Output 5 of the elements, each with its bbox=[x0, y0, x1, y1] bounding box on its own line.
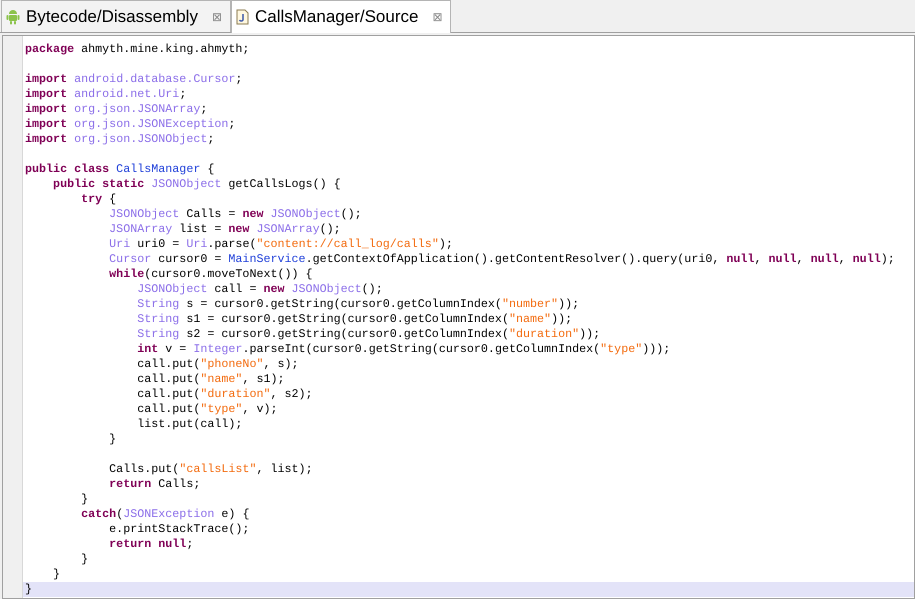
android-icon bbox=[6, 8, 20, 24]
editor-tab[interactable]: CallsManager/Source ⊠ bbox=[230, 0, 452, 33]
close-button[interactable]: ⊠ bbox=[432, 8, 446, 26]
java-file-icon bbox=[236, 9, 249, 25]
editor-tab[interactable]: Bytecode/Disassembly ⊠ bbox=[1, 0, 231, 32]
